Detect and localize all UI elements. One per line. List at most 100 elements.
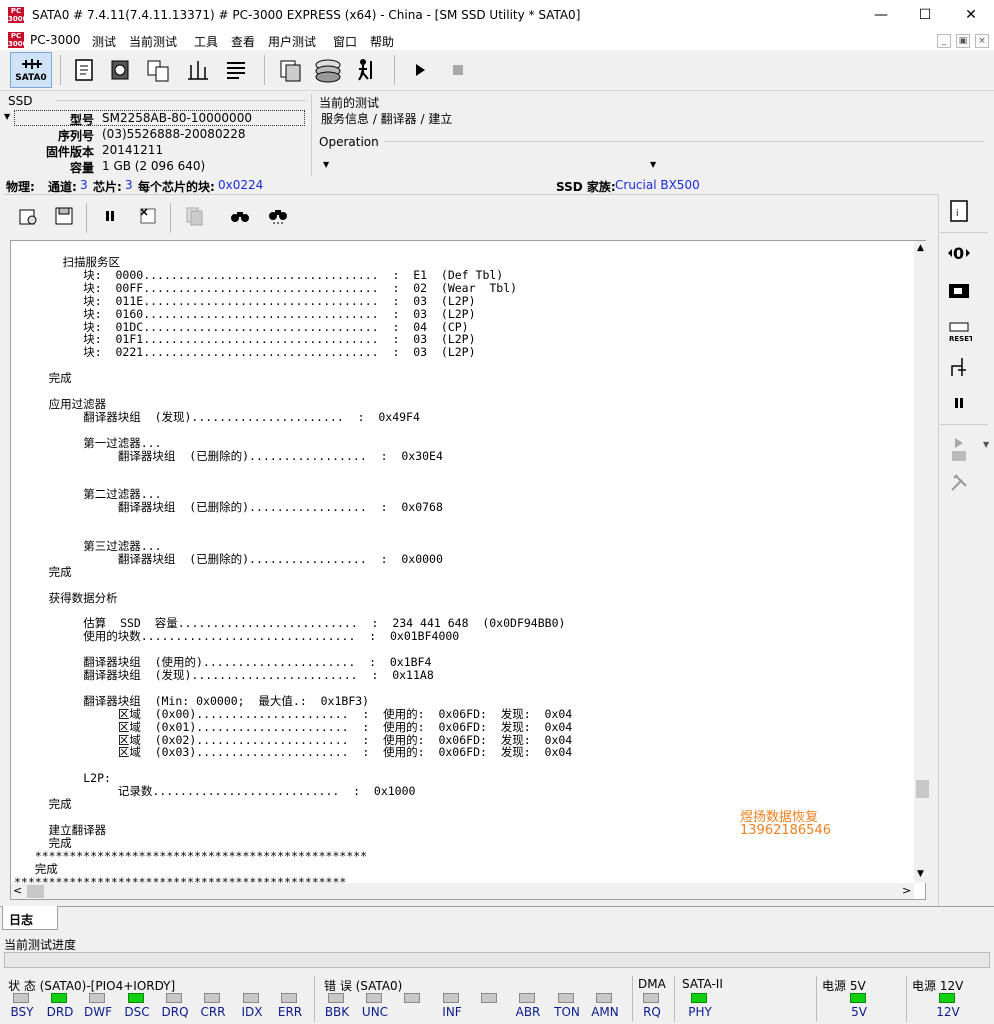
menu-help[interactable]: 帮助 <box>370 33 394 50</box>
maximize-button[interactable]: ☐ <box>902 0 948 30</box>
ruler-icon <box>188 61 208 80</box>
mdi-close-button[interactable]: × <box>975 34 989 48</box>
current-test-path: 服务信息 / 翻译器 / 建立 <box>321 112 453 126</box>
log-line: 完成 <box>14 835 72 850</box>
firmware-value: 20141211 <box>102 143 164 157</box>
runner-button[interactable] <box>350 54 382 86</box>
tools-side-button[interactable] <box>944 468 974 498</box>
menu-app-icon[interactable]: PC 3000 <box>8 32 27 48</box>
scroll-icon <box>75 59 93 81</box>
chip-side-button[interactable] <box>944 440 974 470</box>
dropdown-arrow-icon[interactable]: ▼ <box>983 440 989 449</box>
scroll-right-arrow-icon[interactable]: > <box>902 884 911 897</box>
power-button[interactable] <box>944 352 974 382</box>
scroll-up-arrow-icon[interactable]: ▲ <box>917 243 924 253</box>
status-led-label: RQ <box>643 1005 661 1019</box>
status-led-label: 5V <box>851 1005 867 1019</box>
save-button[interactable] <box>48 200 80 232</box>
pause-button[interactable] <box>94 200 126 232</box>
log-line: 完成 <box>14 564 72 579</box>
menu-user-test[interactable]: 用户测试 <box>268 33 316 50</box>
status-sata-label: 状 态 (SATA0)-[PIO4+IORDY] <box>8 979 176 993</box>
disk-stack-icon <box>315 59 341 83</box>
play-button[interactable] <box>404 54 436 86</box>
chips-label: 芯片: <box>93 180 122 194</box>
list-icon <box>227 62 245 79</box>
capacity-value: 1 GB (2 096 640) <box>102 159 206 173</box>
divider <box>906 976 907 1022</box>
divider <box>674 976 675 1022</box>
list-button[interactable] <box>220 54 252 86</box>
measure-button[interactable] <box>182 54 214 86</box>
blocks-label: 每个芯片的块: <box>138 180 215 194</box>
status-sata2-label: SATA-II <box>682 977 723 991</box>
menu-tools[interactable]: 工具 <box>194 33 218 50</box>
side-pause-button[interactable] <box>944 388 974 418</box>
copy-disabled-button[interactable] <box>178 200 210 232</box>
minimize-button[interactable]: — <box>858 0 904 30</box>
log-horizontal-scrollbar[interactable] <box>11 883 914 899</box>
operation-dropdown-arrow-icon[interactable]: ▼ <box>323 160 329 169</box>
status-led-label: UNC <box>361 1005 389 1019</box>
vertical-scroll-thumb[interactable] <box>916 780 929 798</box>
divider <box>816 976 817 1022</box>
menu-window[interactable]: 窗口 <box>333 33 357 50</box>
disk-button[interactable] <box>312 54 344 86</box>
status-led-label: INF <box>442 1005 462 1019</box>
sata-port-button[interactable]: SATA0 <box>10 52 52 88</box>
status-led-label: CRR <box>200 1005 226 1019</box>
status-led-unc <box>366 993 382 1003</box>
operation-dropdown-arrow-icon[interactable]: ▼ <box>650 160 656 169</box>
stop-button[interactable] <box>442 54 474 86</box>
copy-button[interactable] <box>274 54 306 86</box>
zero-button[interactable]: 0 <box>944 238 974 268</box>
status-led-phy <box>691 993 707 1003</box>
status-led-label: DSC <box>124 1005 150 1019</box>
chip-tools-button[interactable] <box>142 54 174 86</box>
gear-icon <box>19 209 37 225</box>
horizontal-scroll-thumb[interactable] <box>27 885 44 898</box>
scroll-left-arrow-icon[interactable]: < <box>13 884 22 897</box>
power-plug-icon <box>951 358 966 376</box>
info-side-button[interactable]: i <box>944 196 974 226</box>
status-led-blank <box>404 993 420 1003</box>
capacity-label: 容量 <box>69 161 94 175</box>
binoculars-icon <box>231 212 249 222</box>
status-led-idx <box>243 993 259 1003</box>
menu-pc3000[interactable]: PC-3000 <box>30 33 80 47</box>
menu-view[interactable]: 查看 <box>231 33 255 50</box>
status-led-label: ABR <box>515 1005 541 1019</box>
status-led-bsy <box>13 993 29 1003</box>
toolbar-separator <box>60 55 61 85</box>
menu-current-test[interactable]: 当前测试 <box>129 33 177 50</box>
board-button[interactable] <box>944 276 974 306</box>
status-led-label: PHY <box>688 1005 712 1019</box>
save-cancel-button[interactable] <box>132 200 164 232</box>
scroll-down-arrow-icon[interactable]: ▼ <box>917 869 924 879</box>
copy-icon <box>280 60 301 82</box>
log-line: 块: 0221.................................… <box>14 345 476 360</box>
save-icon <box>55 207 73 225</box>
tab-log[interactable]: 日志 <box>2 906 58 930</box>
menu-test[interactable]: 测试 <box>92 33 116 50</box>
toolbar-separator <box>86 203 87 233</box>
chip-settings-button[interactable] <box>104 54 136 86</box>
reset-button[interactable]: RESET <box>944 314 974 344</box>
gear-doc-button[interactable] <box>12 200 44 232</box>
close-button[interactable]: ✕ <box>948 0 994 30</box>
status-led-inf <box>443 993 459 1003</box>
status-12v-label: 电源 12V <box>912 979 964 993</box>
chips-value: 3 <box>125 178 133 192</box>
mdi-restore-button[interactable]: ▣ <box>956 34 970 48</box>
log-line: 翻译器块组 (Min: 0x0000; 最大值.: 0x1BF3) <box>14 693 370 708</box>
status-led-label: BSY <box>10 1005 34 1019</box>
toolbar-separator <box>394 55 395 85</box>
find-button[interactable] <box>224 200 256 232</box>
info-scroll-button[interactable] <box>68 54 100 86</box>
log-line: 块: 00FF.................................… <box>14 280 518 295</box>
find-next-button[interactable] <box>262 200 294 232</box>
status-led-drd <box>51 993 67 1003</box>
mdi-minimize-button[interactable]: _ <box>937 34 951 48</box>
